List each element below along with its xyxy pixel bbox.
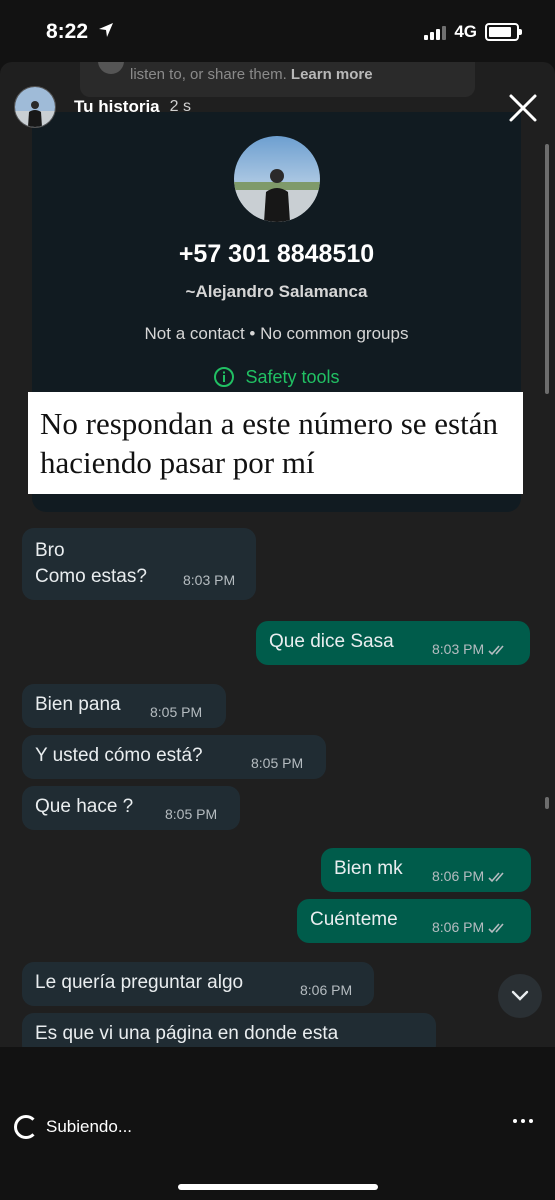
upload-status: Subiendo... <box>14 1115 132 1139</box>
message-incoming: Le quería preguntar algo 8:06 PM <box>22 962 374 1006</box>
scrollbar-thumb[interactable] <box>545 797 549 809</box>
story-user: Tu historia <box>74 97 160 116</box>
double-check-icon <box>488 872 504 883</box>
home-indicator[interactable] <box>178 1184 378 1190</box>
scrollbar[interactable] <box>545 144 549 394</box>
contact-avatar <box>234 136 320 222</box>
story-header: Tu historia 2 s <box>14 84 541 130</box>
message-outgoing: Cuénteme 8:06 PM <box>297 899 531 943</box>
contact-info: Not a contact • No common groups <box>144 324 409 343</box>
message-incoming: Bro Como estas? 8:03 PM <box>22 528 256 600</box>
close-icon <box>509 94 537 122</box>
message-outgoing: Que dice Sasa 8:03 PM <box>256 621 530 665</box>
story-caption: No respondan a este número se están haci… <box>28 392 523 494</box>
message-text: Que dice Sasa <box>269 631 394 652</box>
message-incoming: Es que vi una página en donde esta <box>22 1013 436 1047</box>
status-time: 8:22 <box>46 20 89 43</box>
banner-text: listen to, or share them. Learn more <box>130 66 373 83</box>
spinner-icon <box>14 1115 38 1139</box>
message-time: 8:03 PM <box>183 572 236 588</box>
battery-icon <box>485 23 522 41</box>
caption-text: No respondan a este número se están haci… <box>40 406 498 480</box>
message-time: 8:06 PM <box>432 868 510 884</box>
message-text: Le quería preguntar algo <box>35 972 244 993</box>
message-time: 8:06 PM <box>432 919 510 935</box>
message-text: Bien pana <box>35 694 121 715</box>
story-time: 2 s <box>169 98 191 115</box>
message-text: Bro <box>35 540 65 561</box>
message-time: 8:05 PM <box>150 704 203 720</box>
learn-more-link: Learn more <box>290 66 373 83</box>
message-outgoing: Bien mk 8:06 PM <box>321 848 531 892</box>
bottom-bar: Subiendo... <box>0 1047 555 1200</box>
upload-status-label: Subiendo... <box>46 1117 133 1136</box>
location-arrow-icon <box>98 22 114 43</box>
signal-icon <box>424 24 447 40</box>
close-button[interactable] <box>505 90 541 126</box>
safety-tools-button[interactable]: Safety tools <box>32 366 521 388</box>
message-text: Que hace ? <box>35 796 134 817</box>
contact-name: ~Alejandro Salamanca <box>185 282 368 301</box>
message-text: Y usted cómo está? <box>35 745 203 766</box>
message-text: Cuénteme <box>310 909 398 930</box>
status-bar: 8:22 4G <box>0 0 555 62</box>
chevron-down-icon <box>511 990 529 1001</box>
double-check-icon <box>488 645 504 656</box>
status-indicators: 4G <box>424 22 522 42</box>
contact-phone: +57 301 8848510 <box>178 240 375 268</box>
double-check-icon <box>488 923 504 934</box>
banner-avatar <box>98 62 124 74</box>
message-text: Como estas? <box>35 566 147 587</box>
message-incoming: Bien pana 8:05 PM <box>22 684 226 728</box>
more-options-button[interactable] <box>513 1119 533 1123</box>
message-time: 8:06 PM <box>300 982 353 998</box>
message-time: 8:03 PM <box>432 641 510 657</box>
message-text: Es que vi una página en donde esta <box>35 1023 339 1044</box>
message-incoming: Y usted cómo está? 8:05 PM <box>22 735 326 779</box>
message-text: Bien mk <box>334 858 403 879</box>
info-icon <box>214 367 235 387</box>
message-time: 8:05 PM <box>165 806 218 822</box>
scroll-down-button[interactable] <box>498 974 542 1018</box>
message-incoming: Que hace ? 8:05 PM <box>22 786 240 830</box>
network-label: 4G <box>454 22 477 41</box>
safety-tools-label: Safety tools <box>245 366 340 387</box>
story-viewer[interactable]: listen to, or share them. Learn more +57… <box>0 62 555 1047</box>
story-avatar[interactable] <box>14 86 56 128</box>
message-time: 8:05 PM <box>251 755 304 771</box>
